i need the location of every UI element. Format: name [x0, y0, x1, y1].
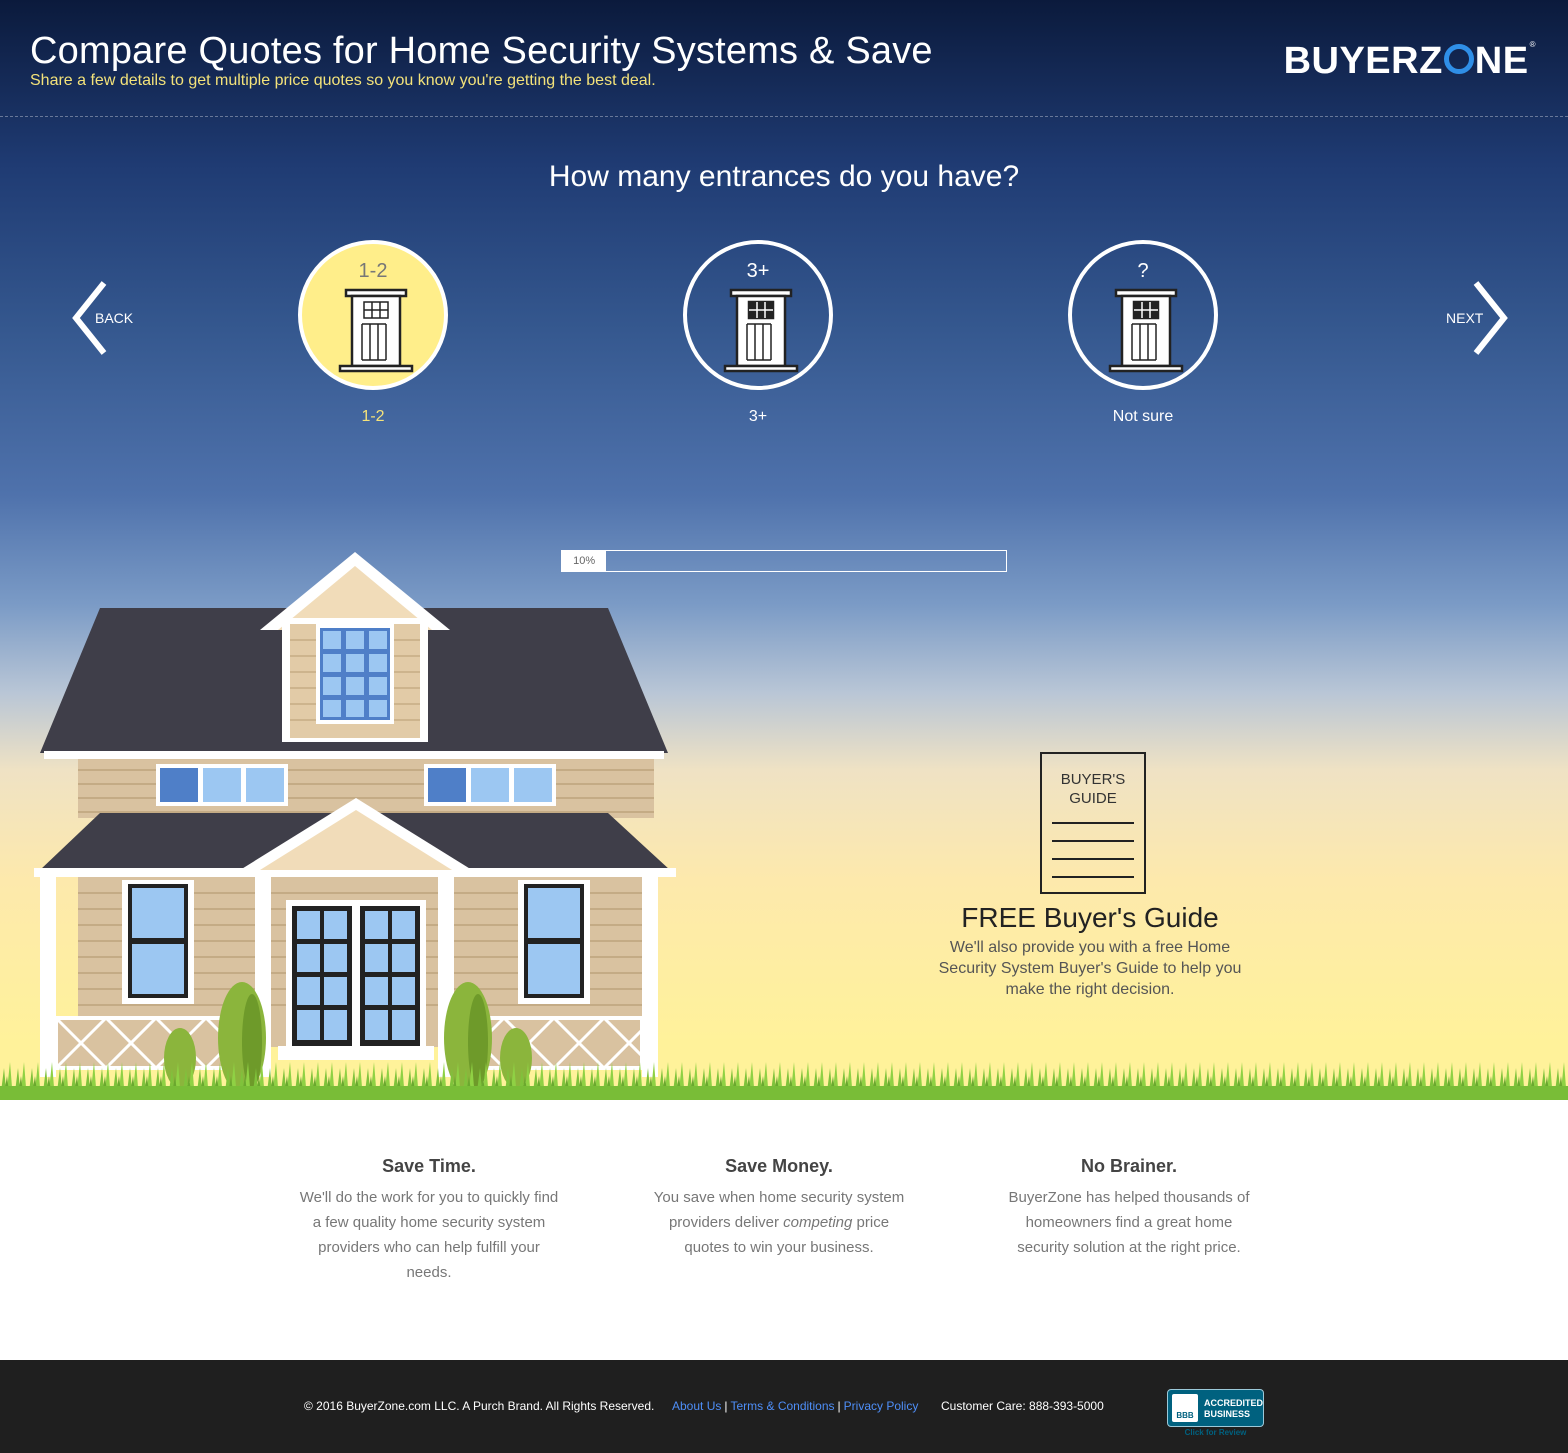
- back-button[interactable]: BACK: [70, 280, 150, 356]
- book-line-2: GUIDE: [1069, 790, 1117, 807]
- registered-mark: ®: [1529, 40, 1536, 49]
- chevron-right-icon: [1473, 281, 1508, 355]
- benefit-save-money: Save Money. You save when home security …: [649, 1156, 909, 1260]
- option-circle: 3+: [683, 240, 833, 390]
- logo-text-end: NE: [1474, 40, 1529, 82]
- option-circle: 1-2: [298, 240, 448, 390]
- option-1-2[interactable]: 1-2 1-2: [298, 240, 448, 426]
- benefit-title: No Brainer.: [1080, 1156, 1178, 1176]
- next-button[interactable]: NEXT: [1440, 280, 1520, 356]
- benefit-save-time: Save Time. We'll do the work for you to …: [299, 1156, 559, 1285]
- footer-links: About Us | Terms & Conditions | Privacy Poli…: [672, 1399, 918, 1413]
- option-3-plus[interactable]: 3+ 3+: [683, 240, 833, 426]
- benefit-text: BuyerZone has helped thousands of homeow…: [1008, 1189, 1250, 1256]
- option-label: 3+: [748, 408, 768, 425]
- benefit-text: You save when home security system provi…: [649, 1185, 909, 1260]
- guide-title: FREE Buyer's Guide: [961, 902, 1219, 933]
- page-subtitle: Share a few details to get multiple pric…: [30, 72, 656, 89]
- book-rule: [1052, 876, 1134, 878]
- bbb-badge[interactable]: BBB ACCREDITED BUSINESS Click for Review: [1167, 1389, 1264, 1439]
- book-rule: [1052, 840, 1134, 842]
- guide-description: We'll also provide you with a free Home …: [938, 939, 1242, 998]
- book-cover-text: BUYER'S GUIDE: [1042, 770, 1144, 808]
- benefit-title: Save Money.: [725, 1156, 833, 1176]
- book-rule: [1052, 822, 1134, 824]
- benefit-text: We'll do the work for you to quickly fin…: [299, 1189, 559, 1281]
- link-separator: |: [724, 1399, 728, 1413]
- link-separator: |: [837, 1399, 841, 1413]
- benefit-text-emphasis: competing: [783, 1214, 853, 1231]
- option-badge: 1-2: [358, 260, 388, 282]
- bbb-line-2: BUSINESS: [1204, 1409, 1251, 1419]
- footer: © 2016 BuyerZone.com LLC. A Purch Brand.…: [0, 1360, 1568, 1453]
- bbb-line-1: ACCREDITED: [1204, 1398, 1264, 1408]
- house-illustration: [34, 552, 676, 1088]
- logo-text-start: BUYERZ: [1283, 40, 1443, 82]
- hero-section: Compare Quotes for Home Security Systems…: [0, 0, 1568, 1100]
- option-badge: ?: [1137, 260, 1149, 282]
- question-heading: How many entrances do you have?: [548, 160, 1020, 193]
- back-label: BACK: [95, 310, 134, 326]
- bbb-icon: BBB: [1172, 1394, 1198, 1422]
- book-line-1: BUYER'S: [1060, 771, 1126, 788]
- terms-link[interactable]: Terms & Conditions: [730, 1399, 834, 1413]
- benefit-no-brainer: No Brainer. BuyerZone has helped thousan…: [999, 1156, 1259, 1260]
- option-label: 1-2: [361, 408, 385, 425]
- privacy-link[interactable]: Privacy Policy: [844, 1399, 919, 1413]
- bbb-review-link[interactable]: Click for Review: [1167, 1428, 1264, 1437]
- benefit-title: Save Time.: [382, 1156, 476, 1176]
- option-circle: ?: [1068, 240, 1218, 390]
- header: Compare Quotes for Home Security Systems…: [0, 0, 1568, 117]
- book-icon: BUYER'S GUIDE: [1040, 752, 1146, 894]
- grass-illustration: [0, 1060, 1568, 1100]
- option-badge: 3+: [746, 260, 770, 282]
- option-not-sure[interactable]: ? Not sure: [1068, 240, 1218, 426]
- option-label: Not sure: [1112, 408, 1174, 425]
- bbb-seal: BBB ACCREDITED BUSINESS: [1167, 1389, 1264, 1427]
- copyright: © 2016 BuyerZone.com LLC. A Purch Brand.…: [304, 1399, 655, 1413]
- buyerzone-logo[interactable]: BUYERZ NE®: [1284, 40, 1536, 83]
- logo-o-icon: [1443, 44, 1474, 74]
- book-rule: [1052, 858, 1134, 860]
- customer-care: Customer Care: 888-393-5000: [941, 1399, 1104, 1413]
- bbb-text: ACCREDITED BUSINESS: [1204, 1398, 1263, 1420]
- about-us-link[interactable]: About Us: [672, 1399, 721, 1413]
- page-title: Compare Quotes for Home Security Systems…: [30, 30, 933, 72]
- benefits-section: Save Time. We'll do the work for you to …: [0, 1100, 1568, 1360]
